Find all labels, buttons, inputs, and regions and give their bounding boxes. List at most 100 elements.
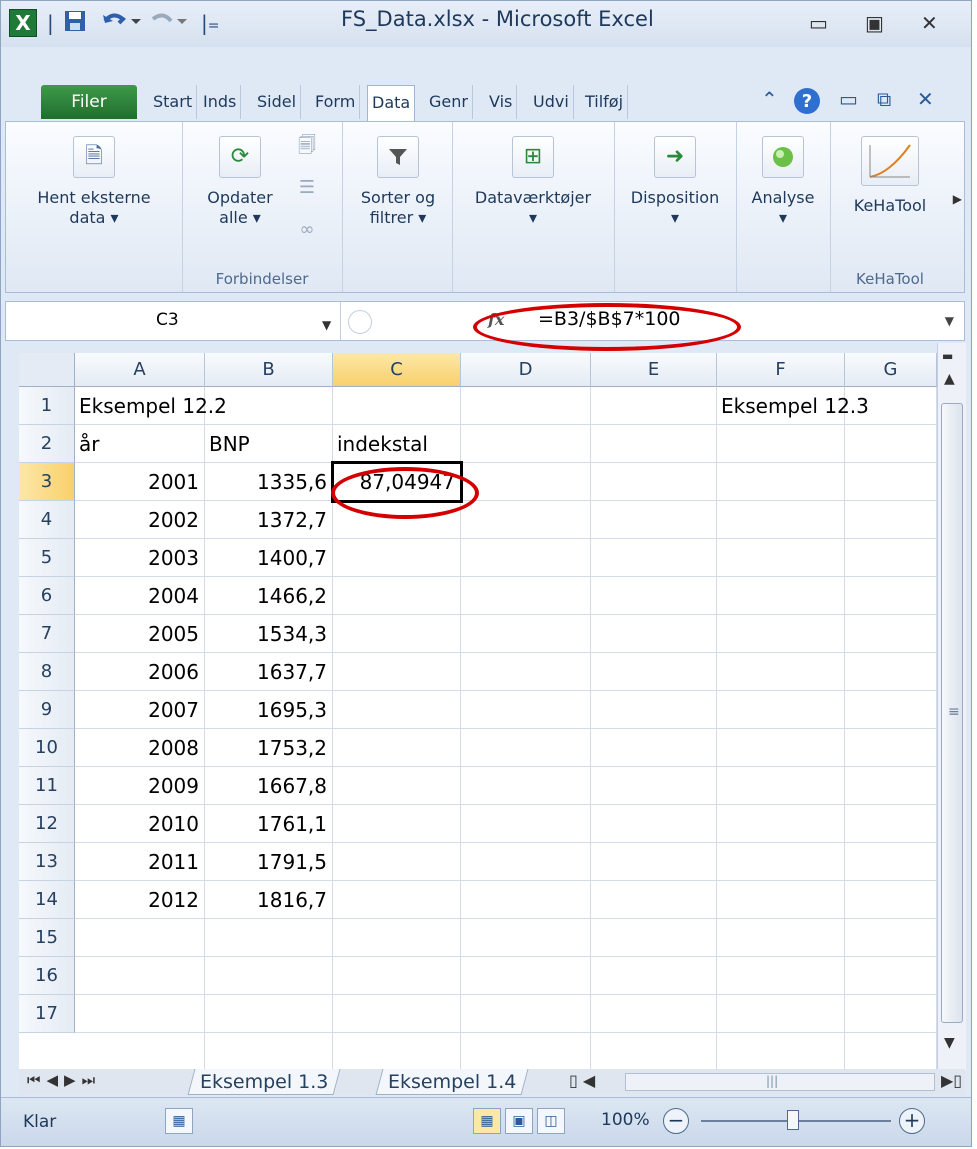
cell-bnp[interactable]: 1534,3	[209, 615, 327, 653]
sheet-nav-arrows-icon[interactable]: ⏮◀▶⏭	[27, 1071, 101, 1089]
refresh-all-button[interactable]: ⟳ Opdater alle ▾	[190, 136, 290, 228]
outline-button[interactable]: ➜ Disposition ▾	[618, 136, 732, 228]
customize-qat-icon[interactable]: |=	[201, 9, 219, 37]
connections-icon[interactable]: 🗐	[292, 136, 322, 156]
cell-year[interactable]: 2006	[79, 653, 199, 691]
tab-page-layout[interactable]: Sidel	[253, 85, 302, 119]
column-header-c[interactable]: C	[333, 353, 461, 387]
cell-bnp[interactable]: 1695,3	[209, 691, 327, 729]
cell-year[interactable]: 2003	[79, 539, 199, 577]
cell-a1[interactable]: Eksempel 12.2	[79, 387, 379, 425]
split-box-icon[interactable]: ▬	[942, 349, 953, 363]
row-header-13[interactable]: 13	[19, 843, 75, 881]
row-header-15[interactable]: 15	[19, 919, 75, 957]
cell-bnp[interactable]: 1335,6	[209, 463, 327, 501]
scroll-up-icon[interactable]: ▲	[944, 371, 955, 387]
cell-year[interactable]: 2008	[79, 729, 199, 767]
page-layout-view-icon[interactable]: ▣	[505, 1108, 533, 1134]
cell-bnp[interactable]: 1400,7	[209, 539, 327, 577]
cell-bnp[interactable]: 1637,7	[209, 653, 327, 691]
cell-c2[interactable]: indekstal	[337, 425, 637, 463]
undo-icon[interactable]	[101, 9, 141, 37]
ribbon-scroll-right-icon[interactable]: ▶	[953, 192, 962, 206]
row-header-17[interactable]: 17	[19, 995, 75, 1033]
excel-app-icon[interactable]: X	[9, 9, 37, 37]
cell-year[interactable]: 2010	[79, 805, 199, 843]
column-header-b[interactable]: B	[205, 353, 333, 387]
tab-start[interactable]: Start	[149, 85, 198, 119]
cell-bnp[interactable]: 1753,2	[209, 729, 327, 767]
row-header-11[interactable]: 11	[19, 767, 75, 805]
tab-insert[interactable]: Inds	[199, 85, 242, 119]
row-header-16[interactable]: 16	[19, 957, 75, 995]
cell-year[interactable]: 2007	[79, 691, 199, 729]
scroll-right-icon[interactable]: ▶▯	[941, 1071, 962, 1090]
tab-review[interactable]: Genr	[425, 85, 473, 119]
name-box-dropdown-icon[interactable]: ▼	[322, 318, 331, 332]
cell-year[interactable]: 2002	[79, 501, 199, 539]
workbook-minimize-icon[interactable]: ▭	[839, 87, 858, 111]
cell-year[interactable]: 2004	[79, 577, 199, 615]
sheet-scroll-icon[interactable]: ▯ ◀	[569, 1071, 595, 1090]
expand-formula-bar-icon[interactable]: ▼	[945, 314, 954, 328]
minimize-ribbon-icon[interactable]: ⌃	[761, 87, 778, 111]
row-header-7[interactable]: 7	[19, 615, 75, 653]
cell-bnp[interactable]: 1667,8	[209, 767, 327, 805]
row-header-9[interactable]: 9	[19, 691, 75, 729]
cell-year[interactable]: 2011	[79, 843, 199, 881]
horizontal-scrollbar[interactable]: |||	[625, 1073, 935, 1091]
cell-year[interactable]: 2012	[79, 881, 199, 919]
column-header-d[interactable]: D	[461, 353, 591, 387]
column-header-g[interactable]: G	[845, 353, 937, 387]
zoom-slider-knob[interactable]	[787, 1110, 799, 1130]
row-header-3[interactable]: 3	[19, 463, 75, 501]
sheet-tab-eksempel-1-4[interactable]: Eksempel 1.4	[375, 1069, 529, 1095]
redo-icon[interactable]	[151, 9, 191, 37]
column-header-e[interactable]: E	[591, 353, 717, 387]
row-header-1[interactable]: 1	[19, 387, 75, 425]
zoom-level[interactable]: 100%	[601, 1110, 650, 1130]
help-icon[interactable]: ?	[793, 87, 821, 120]
kehatool-button[interactable]: KeHaTool	[834, 136, 946, 216]
row-header-6[interactable]: 6	[19, 577, 75, 615]
row-header-5[interactable]: 5	[19, 539, 75, 577]
tab-data[interactable]: Data	[367, 85, 416, 123]
vertical-scrollbar[interactable]: ▬ ▲ ≡ ▼	[937, 343, 966, 1071]
row-header-12[interactable]: 12	[19, 805, 75, 843]
tab-view[interactable]: Vis	[485, 85, 518, 119]
cell-bnp[interactable]: 1372,7	[209, 501, 327, 539]
normal-view-icon[interactable]: ▦	[473, 1108, 501, 1134]
minimize-icon[interactable]: ▭	[809, 11, 828, 35]
analysis-button[interactable]: Analyse ▾	[740, 136, 826, 228]
name-box[interactable]: C3	[16, 308, 336, 336]
cell-year[interactable]: 2005	[79, 615, 199, 653]
workbook-close-icon[interactable]: ✕	[917, 87, 934, 111]
cell-bnp[interactable]: 1466,2	[209, 577, 327, 615]
select-all-corner[interactable]	[19, 353, 75, 387]
workbook-restore-icon[interactable]: ⧉	[877, 87, 891, 111]
page-break-view-icon[interactable]: ◫	[537, 1108, 565, 1134]
tab-addins[interactable]: Tilføj	[581, 85, 629, 119]
properties-icon[interactable]: ☰	[292, 178, 322, 198]
maximize-icon[interactable]: ▣	[865, 11, 884, 35]
row-header-4[interactable]: 4	[19, 501, 75, 539]
cell-bnp[interactable]: 1761,1	[209, 805, 327, 843]
get-external-data-button[interactable]: 🗎 Hent eksterne data ▾	[14, 136, 174, 228]
tab-developer[interactable]: Udvi	[529, 85, 574, 119]
edit-links-icon[interactable]: ∞	[292, 220, 322, 240]
zoom-out-icon[interactable]: −	[663, 1108, 689, 1134]
sort-filter-button[interactable]: Sorter og filtrer ▾	[346, 136, 450, 228]
scroll-down-icon[interactable]: ▼	[944, 1035, 955, 1051]
cell-bnp[interactable]: 1791,5	[209, 843, 327, 881]
row-header-10[interactable]: 10	[19, 729, 75, 767]
column-header-a[interactable]: A	[75, 353, 205, 387]
tab-formulas[interactable]: Form	[311, 85, 361, 119]
save-icon[interactable]	[63, 9, 87, 37]
vertical-scroll-thumb[interactable]: ≡	[941, 403, 963, 1023]
data-tools-button[interactable]: ⊞ Dataværktøjer ▾	[456, 136, 610, 228]
row-header-14[interactable]: 14	[19, 881, 75, 919]
sheet-tab-eksempel-1-3[interactable]: Eksempel 1.3	[187, 1069, 341, 1095]
cell-year[interactable]: 2001	[79, 463, 199, 501]
macro-record-icon[interactable]: ▦	[165, 1108, 193, 1134]
cell-bnp[interactable]: 1816,7	[209, 881, 327, 919]
